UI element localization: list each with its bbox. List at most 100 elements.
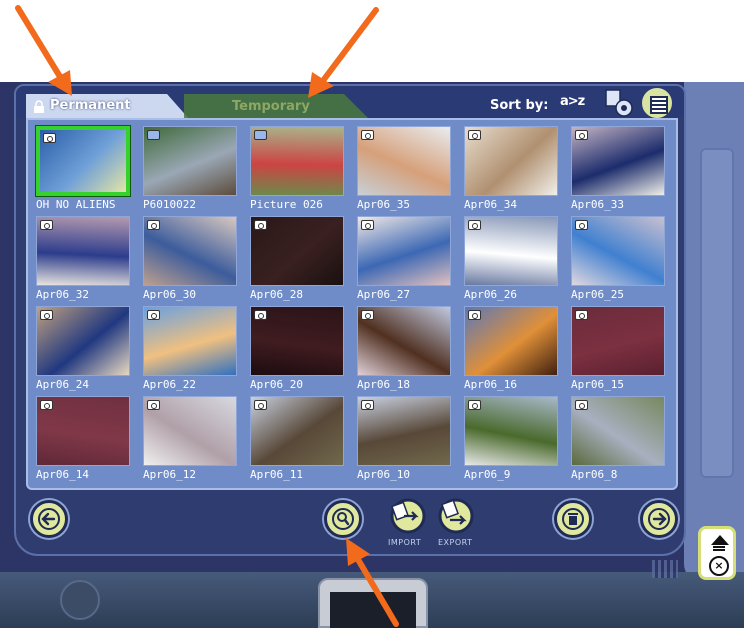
thumbnail-item[interactable]: Apr06_30 (143, 216, 237, 302)
thumbnail-item[interactable]: Apr06_11 (250, 396, 344, 482)
close-icon: × (709, 556, 729, 576)
thumbnail-item[interactable]: P6010022 (143, 126, 237, 212)
thumbnail-item[interactable]: Apr06_15 (571, 306, 665, 392)
thumbnail-caption: Apr06_22 (143, 378, 196, 391)
previous-button[interactable] (30, 500, 68, 538)
thumbnail-item[interactable]: Apr06_28 (250, 216, 344, 302)
thumbnail-item[interactable]: Apr06_27 (357, 216, 451, 302)
thumbnail-item[interactable]: Apr06_10 (357, 396, 451, 482)
thumbnail-item[interactable]: Apr06_12 (143, 396, 237, 482)
thumbnail-image (250, 306, 344, 376)
thumbnail-item[interactable]: Apr06_9 (464, 396, 558, 482)
sort-type-icon (605, 89, 633, 117)
side-panel-slot (700, 148, 734, 478)
thumbnail-caption: Picture 026 (250, 198, 323, 211)
thumbnail-item[interactable]: Apr06_18 (357, 306, 451, 392)
thumbnail-item[interactable]: Apr06_34 (464, 126, 558, 212)
photo-icon (254, 130, 267, 140)
thumbnail-image (571, 216, 665, 286)
camera-icon (361, 220, 374, 230)
thumbnail-image (571, 306, 665, 376)
thumbnail-item[interactable]: OH NO ALIENS (36, 126, 130, 212)
next-button[interactable] (640, 500, 678, 538)
sort-by-date-button[interactable] (640, 86, 674, 120)
thumbnail-item[interactable]: Apr06_33 (571, 126, 665, 212)
thumbnail-caption: Apr06_25 (571, 288, 624, 301)
thumbnail-image (143, 126, 237, 196)
camera-icon (147, 400, 160, 410)
camera-icon (575, 400, 588, 410)
thumbnail-image (143, 396, 237, 466)
thumbnail-caption: P6010022 (143, 198, 196, 211)
thumbnail-image (143, 306, 237, 376)
thumbnail-caption: Apr06_33 (571, 198, 624, 211)
trash-icon (562, 508, 584, 530)
camera-icon (40, 220, 53, 230)
thumbnail-item[interactable]: Apr06_22 (143, 306, 237, 392)
thumbnail-image (143, 216, 237, 286)
thumbnail-image (357, 306, 451, 376)
camera-icon (575, 310, 588, 320)
camera-icon (468, 220, 481, 230)
camera-icon (575, 220, 588, 230)
sort-az-icon: a>z (560, 94, 585, 109)
thumbnail-caption: OH NO ALIENS (36, 198, 116, 211)
sort-by-type-button[interactable] (604, 88, 634, 118)
export-label: EXPORT (438, 538, 473, 547)
thumbnail-item[interactable]: Apr06_35 (357, 126, 451, 212)
dock-knob (60, 580, 100, 620)
grid-view-icon[interactable] (652, 560, 678, 578)
magnifier-icon (332, 508, 354, 530)
thumbnail-image (357, 396, 451, 466)
thumbnail-item[interactable]: Apr06_8 (571, 396, 665, 482)
thumbnail-image (357, 216, 451, 286)
thumbnail-item[interactable]: Apr06_14 (36, 396, 130, 482)
thumbnail-image (571, 126, 665, 196)
thumbnail-item[interactable]: Apr06_26 (464, 216, 558, 302)
export-button[interactable] (436, 496, 476, 534)
thumbnail-image (571, 396, 665, 466)
thumbnail-item[interactable]: Apr06_16 (464, 306, 558, 392)
camera-icon (43, 133, 56, 143)
sort-alphabetical-button[interactable]: a>z (556, 92, 596, 112)
thumbnail-caption: Apr06_18 (357, 378, 410, 391)
thumbnail-caption: Apr06_14 (36, 468, 89, 481)
eject-close-button[interactable]: × (698, 526, 736, 580)
thumbnail-image (36, 216, 130, 286)
camera-icon (361, 310, 374, 320)
thumbnail-image (250, 126, 344, 196)
thumbnail-caption: Apr06_27 (357, 288, 410, 301)
arrow-left-icon (38, 508, 60, 530)
thumbnail-image (250, 216, 344, 286)
thumbnail-item[interactable]: Picture 026 (250, 126, 344, 212)
camera-icon (147, 220, 160, 230)
thumbnail-caption: Apr06_16 (464, 378, 517, 391)
annotation-arrow-zoom-icon (346, 538, 399, 627)
thumbnail-image (464, 396, 558, 466)
thumbnail-caption: Apr06_30 (143, 288, 196, 301)
thumbnail-image (464, 306, 558, 376)
thumbnail-item[interactable]: Apr06_25 (571, 216, 665, 302)
annotation-arrow-temporary-icon (308, 7, 379, 98)
arrow-right-icon (648, 508, 670, 530)
camera-icon (254, 310, 267, 320)
thumbnail-item[interactable]: Apr06_32 (36, 216, 130, 302)
thumbnail-caption: Apr06_24 (36, 378, 89, 391)
thumbnail-image (464, 126, 558, 196)
thumbnail-caption: Apr06_28 (250, 288, 303, 301)
thumbnail-caption: Apr06_10 (357, 468, 410, 481)
thumbnail-caption: Apr06_34 (464, 198, 517, 211)
photo-icon (147, 130, 160, 140)
delete-button[interactable] (554, 500, 592, 538)
thumbnail-caption: Apr06_15 (571, 378, 624, 391)
sort-by-label: Sort by: (490, 98, 549, 113)
thumbnail-caption: Apr06_9 (464, 468, 511, 481)
thumbnail-caption: Apr06_26 (464, 288, 517, 301)
thumbnail-image (357, 126, 451, 196)
thumbnail-caption: Apr06_35 (357, 198, 410, 211)
thumbnail-image (250, 396, 344, 466)
thumbnail-item[interactable]: Apr06_24 (36, 306, 130, 392)
camera-icon (254, 400, 267, 410)
export-icon (438, 498, 474, 534)
thumbnail-item[interactable]: Apr06_20 (250, 306, 344, 392)
